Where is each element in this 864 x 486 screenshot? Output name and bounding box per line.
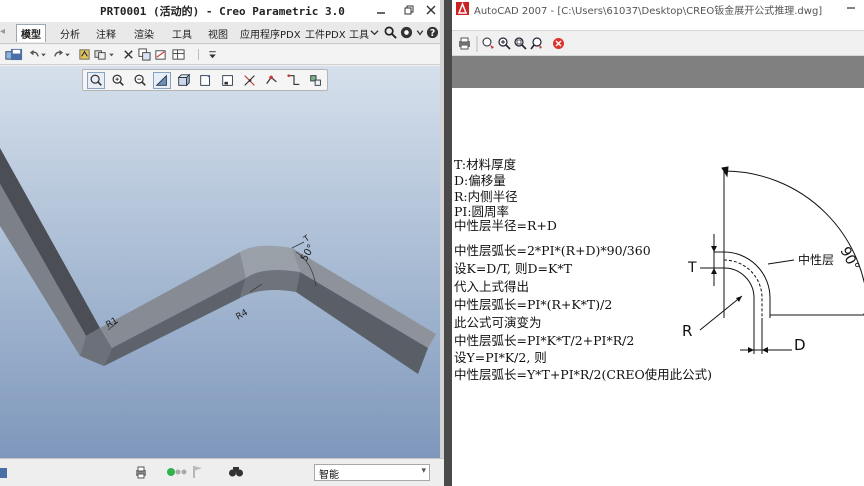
menu-chevron-icon[interactable]: ◂ xyxy=(0,26,5,37)
tab-tools-2[interactable]: 工具 xyxy=(349,26,369,41)
ribbon-expand-icon[interactable] xyxy=(370,28,379,37)
sheetmetal-model[interactable]: R1 R4 T 50° xyxy=(0,66,440,458)
tab-workpiece-pdx[interactable]: 工件PDX xyxy=(305,26,346,41)
angle-label: 50° xyxy=(299,243,317,264)
bend-diagram: 90° xyxy=(699,166,864,354)
help-center-icon[interactable] xyxy=(400,26,413,39)
windows-icon[interactable] xyxy=(94,48,107,61)
redo-dropdown-icon[interactable] xyxy=(64,48,71,61)
neutral-layer-label: 中性层 xyxy=(798,253,835,267)
regenerate-icon[interactable] xyxy=(78,48,91,61)
annotation-display-icon[interactable] xyxy=(285,72,303,89)
find-icon[interactable] xyxy=(228,464,244,478)
outer-90-arc xyxy=(723,170,864,284)
d-arrow-left xyxy=(748,347,754,353)
plate-outer-arc xyxy=(723,251,771,318)
graphics-area[interactable]: R1 R4 T 50° xyxy=(0,66,440,458)
creo-window-title: PRT0001 (活动的) - Creo Parametric 3.0 xyxy=(100,5,345,18)
spin-center-icon[interactable] xyxy=(263,72,281,89)
t-dim-label: T xyxy=(688,260,697,276)
autocad-title-bar: AutoCAD 2007 - [C:\Users\61037\Desktop\C… xyxy=(452,0,864,17)
creo-title-bar: PRT0001 (活动的) - Creo Parametric 3.0 xyxy=(0,0,444,22)
thickness-leader xyxy=(291,241,305,249)
selection-filter-value: 智能 xyxy=(319,470,339,481)
tab-view[interactable]: 视图 xyxy=(208,26,228,41)
datum-display-icon[interactable] xyxy=(241,72,259,89)
dropdown-icon[interactable] xyxy=(416,26,424,39)
printer-icon[interactable] xyxy=(134,465,148,479)
refit-icon[interactable] xyxy=(87,72,105,89)
table-icon[interactable] xyxy=(172,48,185,61)
zoom-out-icon[interactable] xyxy=(131,72,149,89)
close-icon[interactable] xyxy=(426,5,436,15)
toolbar-separator xyxy=(476,36,478,52)
regeneration-status-icon xyxy=(167,468,187,476)
model-display-icon[interactable] xyxy=(307,72,325,89)
tab-annotate[interactable]: 注释 xyxy=(96,26,116,41)
neutral-leader xyxy=(767,259,795,265)
repaint-icon[interactable] xyxy=(197,72,215,89)
selection-filter-dropdown[interactable]: 智能 ▾ xyxy=(314,464,430,481)
pan-icon[interactable] xyxy=(482,37,495,50)
left-flange-face xyxy=(0,184,86,356)
r-dim-label: R xyxy=(682,322,693,340)
creo-window: PRT0001 (活动的) - Creo Parametric 3.0 ◂ 模型… xyxy=(0,0,444,486)
divider-icon xyxy=(198,48,199,61)
plate-inner-arc xyxy=(723,267,755,318)
windows-dropdown-icon[interactable] xyxy=(108,48,115,61)
r-leader xyxy=(699,295,743,331)
zoom-realtime-icon[interactable] xyxy=(498,37,511,50)
quick-access-toolbar xyxy=(0,45,444,65)
restore-icon[interactable] xyxy=(404,5,414,15)
undo-dropdown-icon[interactable] xyxy=(40,48,47,61)
d-arrow-right xyxy=(762,347,768,353)
customize-dropdown-icon[interactable] xyxy=(208,48,217,61)
zoom-window-icon[interactable] xyxy=(514,37,527,50)
navigator-toggle-icon[interactable] xyxy=(0,466,8,480)
display-style-icon[interactable] xyxy=(219,72,237,89)
autocad-window: AutoCAD 2007 - [C:\Users\61037\Desktop\C… xyxy=(444,0,864,486)
tab-tools[interactable]: 工具 xyxy=(172,26,192,41)
autocad-toolbar xyxy=(452,30,864,56)
tab-model[interactable]: 模型 xyxy=(16,24,46,42)
tab-render[interactable]: 渲染 xyxy=(134,26,154,41)
tab-applications-pdx[interactable]: 应用程序PDX xyxy=(240,26,301,41)
minimize-icon[interactable] xyxy=(846,3,856,13)
close-red-icon[interactable] xyxy=(552,37,565,50)
creo-status-bar: 智能 ▾ xyxy=(0,458,444,486)
help-icon[interactable]: ? xyxy=(426,26,439,39)
autocad-logo-icon xyxy=(456,2,469,15)
zoom-previous-icon[interactable] xyxy=(530,37,543,50)
print-icon[interactable] xyxy=(458,37,471,50)
zoom-in-icon[interactable] xyxy=(109,72,127,89)
drawing-canvas[interactable]: T:材料厚度 D:偏移量 R:内侧半径 PI:圆周率 中性层半径=R+D 中性层… xyxy=(452,88,864,486)
angle-90-label: 90° xyxy=(836,244,862,273)
close-window-icon[interactable] xyxy=(122,48,135,61)
save-icon[interactable] xyxy=(10,48,23,61)
chevron-down-icon: ▾ xyxy=(421,466,426,476)
r4-label: R4 xyxy=(235,308,251,323)
tab-analysis[interactable]: 分析 xyxy=(60,26,80,41)
t-arrow-bottom xyxy=(711,268,717,274)
arc-arrow-top xyxy=(721,166,729,178)
flag-icon[interactable] xyxy=(192,465,204,479)
ribbon-tab-bar: ◂ 模型 分析 注释 渲染 工具 视图 应用程序PDX 工件PDX 工具 ? xyxy=(0,22,444,44)
graphics-toolbar xyxy=(82,69,328,91)
saved-orientations-icon[interactable] xyxy=(175,72,193,89)
drawing-area-border xyxy=(452,56,864,88)
svg-text:?: ? xyxy=(430,28,435,39)
search-icon[interactable] xyxy=(384,26,397,39)
d-dim-label: D xyxy=(794,336,806,354)
autocad-window-title: AutoCAD 2007 - [C:\Users\61037\Desktop\C… xyxy=(474,6,823,17)
t-arrow-top xyxy=(711,246,717,252)
edit-icon[interactable] xyxy=(154,48,167,61)
reorient-icon[interactable] xyxy=(153,72,171,89)
r-arrow xyxy=(736,296,742,302)
copy-icon[interactable] xyxy=(138,48,151,61)
minimize-icon[interactable] xyxy=(376,5,386,15)
window-border xyxy=(444,0,452,486)
